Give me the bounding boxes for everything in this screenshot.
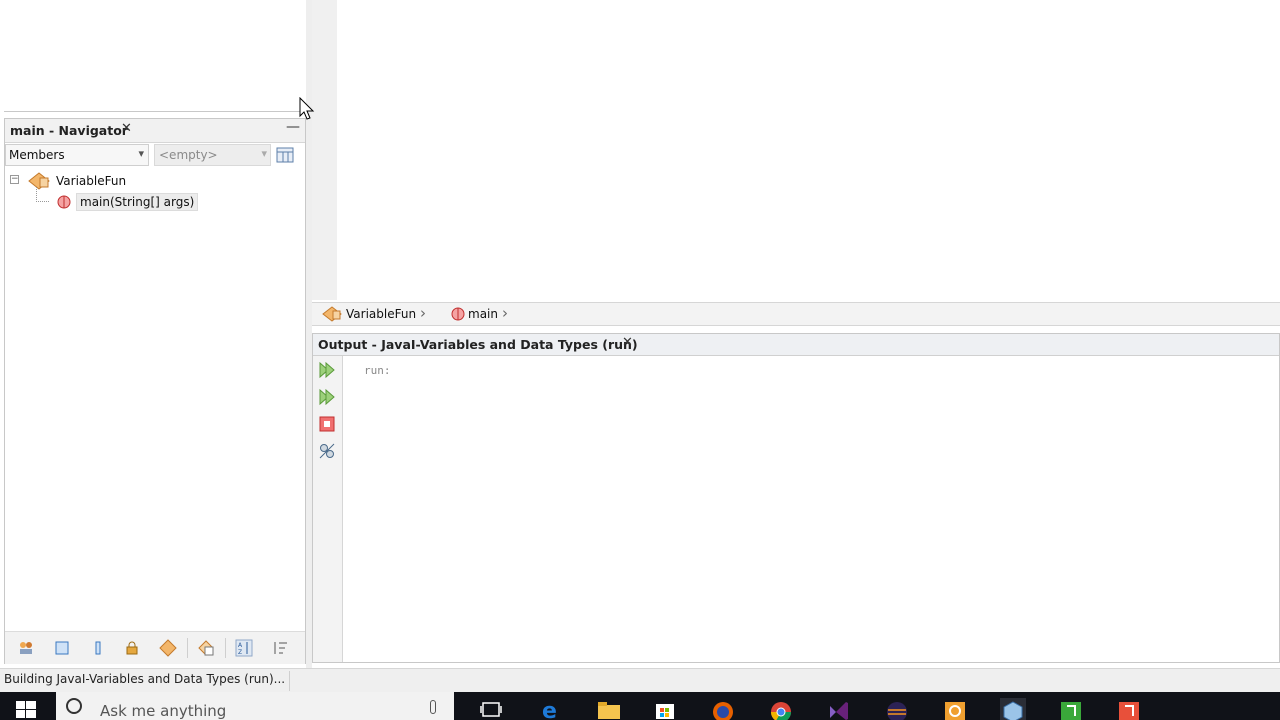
secondary-filter-select[interactable]: <empty> ▾ [154,144,271,166]
netbeans-icon[interactable] [1000,698,1026,720]
task-view-icon[interactable] [478,698,504,720]
code-editor[interactable] [337,0,1280,300]
tree-collapse-toggle[interactable]: − [10,175,19,184]
toolbar-separator [187,638,188,658]
navigator-title[interactable]: main - Navigator [10,123,128,138]
taskbar-search-box[interactable]: Ask me anything [56,692,454,720]
windows-taskbar: Ask me anything e [0,692,1280,720]
svg-text:e: e [542,699,557,720]
tree-item-method[interactable]: main(String[] args) [76,193,199,211]
method-icon [57,195,71,209]
sort-order-icon [274,642,287,654]
show-fields-button[interactable] [51,637,73,659]
fields-button[interactable] [15,637,37,659]
sort-by-name-button[interactable]: A Z [233,637,255,659]
square-icon [55,641,69,655]
close-icon[interactable]: ✕ [121,121,132,136]
output-panel: Output - JavaI-Variables and Data Types … [312,333,1280,663]
editor-gutter [312,0,338,300]
breadcrumb-item-class[interactable]: VariableFun [346,307,416,321]
output-tab-title[interactable]: Output - JavaI-Variables and Data Types … [318,337,638,352]
output-side-toolbar [313,356,343,662]
settings-app-icon[interactable] [942,698,968,720]
tree-connector [36,187,49,202]
breadcrumb-separator[interactable]: › [420,304,426,322]
navigator-panel: main - Navigator ✕ — Members ▾ <empty> ▾… [4,118,306,664]
search-placeholder: Ask me anything [100,702,227,720]
svg-text:Z: Z [238,649,242,656]
chevron-down-icon: ▾ [261,147,267,160]
show-inner-button[interactable] [87,637,109,659]
output-settings-button[interactable] [317,441,337,461]
member-tree: − VariableFun main(String[] args) [5,169,305,229]
rerun-button[interactable] [317,360,337,380]
navigator-header: main - Navigator ✕ — [5,119,305,143]
show-nonpublic-button[interactable] [121,637,143,659]
stop-icon [319,416,335,432]
secondary-select-value: <empty> [159,148,218,162]
show-inherited-button[interactable] [195,637,217,659]
visual-studio-icon[interactable] [826,698,852,720]
inner-icon [95,641,101,655]
firefox-icon[interactable] [710,698,736,720]
output-console-text[interactable]: run: [364,364,391,377]
microphone-icon[interactable] [430,700,436,714]
rerun-icon [319,361,335,379]
fields-icon [20,642,32,654]
sort-icon: A Z [235,639,253,657]
eclipse-icon[interactable] [884,698,910,720]
settings-icon [319,443,335,459]
breadcrumb: VariableFun › main › [312,302,1280,326]
stop-button[interactable] [317,414,337,434]
rerun-with-options-icon [319,388,335,406]
status-bar: Building JavaI-Variables and Data Types … [0,668,1280,692]
windows-start-icon[interactable] [14,698,38,720]
projects-panel [4,0,307,112]
status-message: Building JavaI-Variables and Data Types … [0,671,291,691]
navigator-toolbar: A Z [5,631,305,664]
breadcrumb-item-method[interactable]: main [468,307,498,321]
java-class-icon [322,306,342,322]
file-explorer-icon[interactable] [596,698,622,720]
show-static-button[interactable] [157,637,179,659]
lock-icon [126,641,138,655]
members-filter-select[interactable]: Members ▾ [5,144,149,166]
rerun-with-options-button[interactable] [317,387,337,407]
chrome-icon[interactable] [768,698,794,720]
toolbar-separator [225,638,226,658]
open-icon [198,640,214,656]
method-icon [451,307,465,321]
minimize-icon[interactable]: — [286,119,300,135]
close-icon[interactable]: ✕ [622,335,633,350]
search-icon [66,698,82,714]
layout-icon [276,147,294,163]
output-header: Output - JavaI-Variables and Data Types … [313,334,1279,356]
members-select-value: Members [9,148,65,162]
tree-item-class[interactable]: VariableFun [56,174,126,188]
store-icon[interactable] [652,698,678,720]
breadcrumb-separator[interactable]: › [502,304,508,322]
navigator-layout-button[interactable] [275,145,295,165]
sort-by-source-button[interactable] [269,637,291,659]
app-green-icon[interactable] [1058,698,1084,720]
chevron-down-icon: ▾ [138,147,144,160]
mouse-cursor-icon [299,97,315,120]
class-icon [159,639,177,657]
app-red-icon[interactable] [1116,698,1142,720]
edge-icon[interactable]: e [538,698,564,720]
